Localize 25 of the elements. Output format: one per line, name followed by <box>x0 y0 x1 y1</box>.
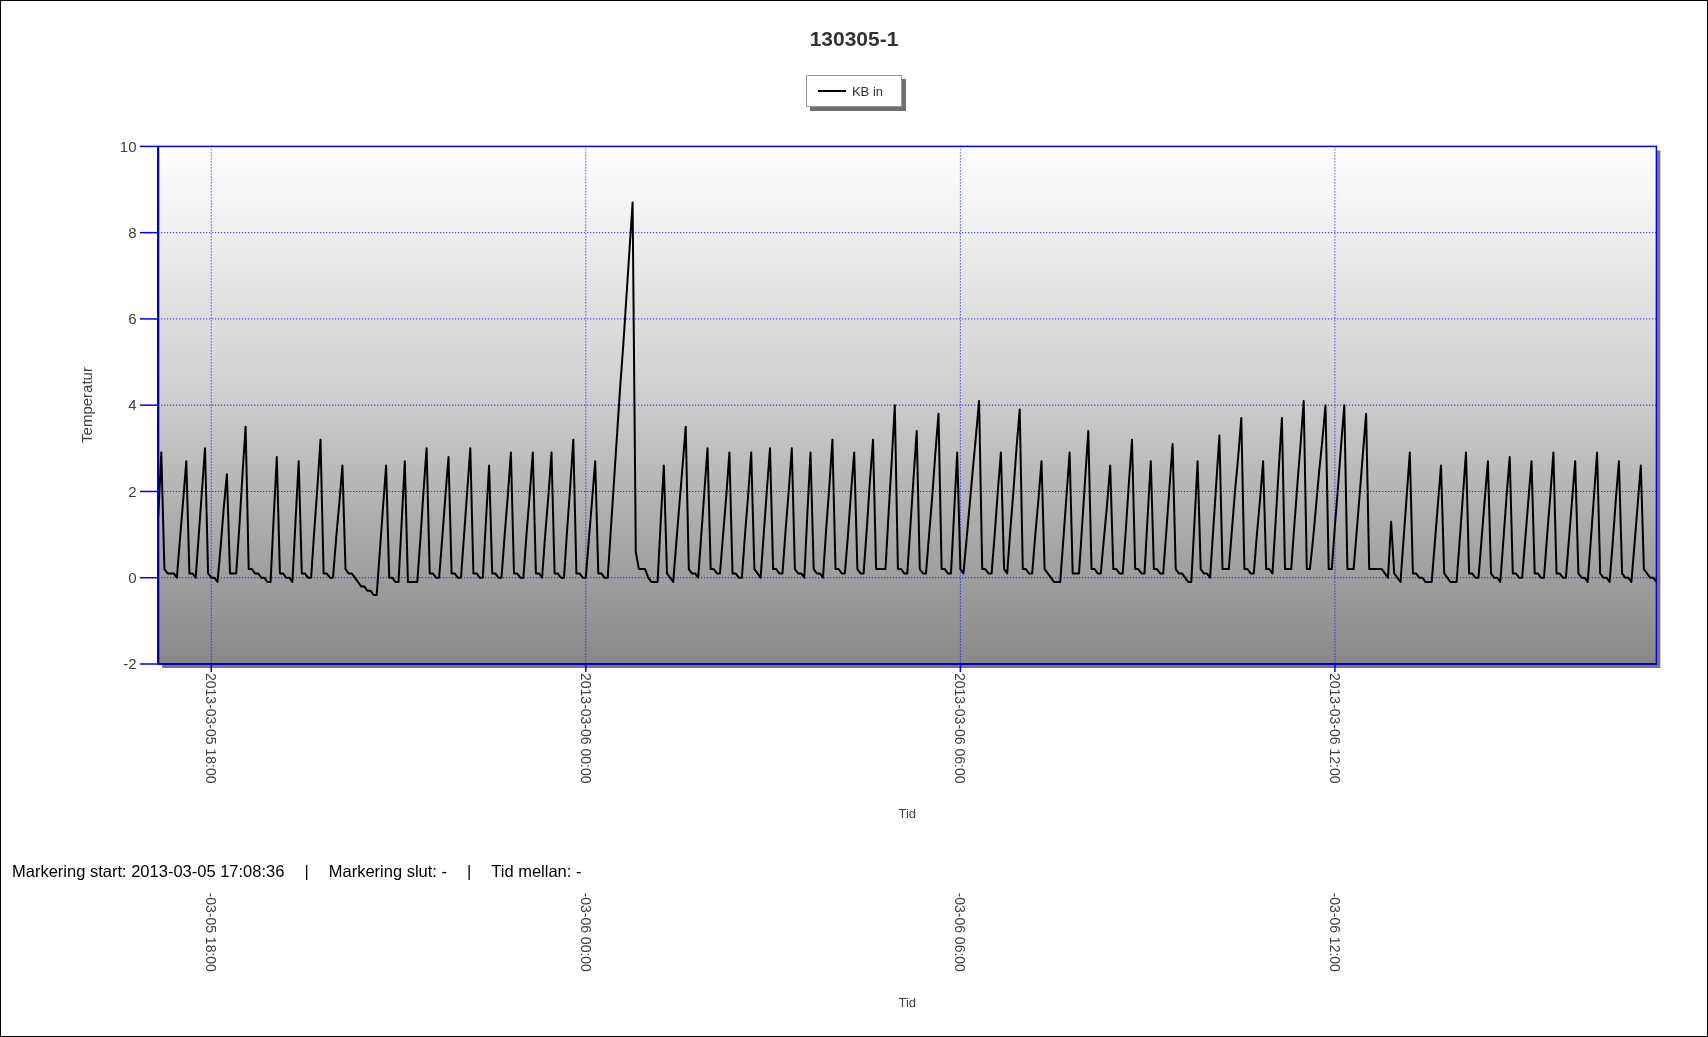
y-tick-label: 10 <box>119 137 137 155</box>
x-tick-label: -03-06 00:00 <box>577 892 594 972</box>
chart-title: 130305-1 <box>809 27 899 51</box>
x-axis-title: Tid <box>898 806 917 821</box>
y-tick-label: 0 <box>128 568 137 586</box>
status-text: Markering start: 2013-03-05 17:08:36 <box>12 861 285 881</box>
status-text: Tid mellan: - <box>491 861 582 881</box>
x-tick-label: 2013-03-06 12:00 <box>1326 673 1343 784</box>
y-tick-label: 4 <box>128 396 137 414</box>
x-tick-label: -03-05 18:00 <box>203 892 220 972</box>
legend-label: KB in <box>851 83 884 99</box>
y-tick-label: 6 <box>128 310 137 328</box>
x-tick-label: 2013-03-05 18:00 <box>203 673 220 784</box>
y-axis-title: Temperatur <box>78 367 95 443</box>
y-tick-label: 2 <box>128 482 137 500</box>
x-tick-label: 2013-03-06 00:00 <box>577 673 594 784</box>
x-tick-label: -03-06 12:00 <box>1326 892 1343 972</box>
y-tick-label: -2 <box>123 655 137 673</box>
separator-text: | <box>304 861 309 881</box>
separator-text: | <box>467 861 472 881</box>
x-tick-label: -03-06 06:00 <box>952 892 969 972</box>
x-tick-label: 2013-03-06 06:00 <box>952 673 969 784</box>
x-axis-title: Tid <box>898 995 917 1010</box>
status-text: Markering slut: - <box>328 861 447 881</box>
y-tick-label: 8 <box>128 223 137 241</box>
